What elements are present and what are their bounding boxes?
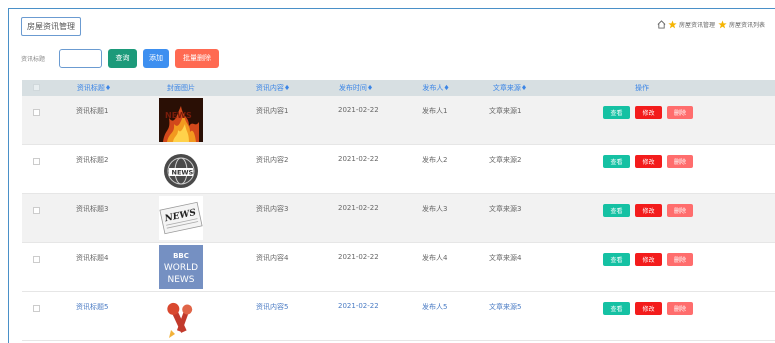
header-title[interactable]: 资讯标题♦ [64,80,124,96]
microphones-image [159,294,203,338]
star-icon [668,20,677,29]
row-publisher: 发布人4 [422,254,448,262]
row-publisher: 发布人2 [422,156,448,164]
delete-button[interactable]: 删除 [667,204,693,217]
row-content: 资讯内容4 [256,254,289,262]
row-title: 资讯标题5 [76,303,109,311]
search-bar: 资讯标题 查询 添加 批量删除 [21,48,225,68]
view-button[interactable]: 查看 [603,204,630,217]
edit-button[interactable]: 修改 [635,155,662,168]
table-row: 资讯标题5 资讯内容5 2021-02-22 发布人5 文章来源5 查看 修改 … [22,292,775,341]
bbc-world-news-image: BBC WORLD NEWS [159,245,203,289]
globe-news-image: NEWS [159,147,203,191]
edit-button[interactable]: 修改 [635,204,662,217]
select-all-checkbox[interactable] [33,84,40,91]
table-row: 资讯标题1 NEWS 资讯内容1 2021-02-22 发布人1 文章来源1 查… [22,96,775,145]
row-checkbox[interactable] [33,305,40,312]
table-row: 资讯标题3 NEWS 资讯内容3 2021-02-22 发布人3 文章来源3 查… [22,194,775,243]
row-source: 文章来源5 [489,303,522,311]
query-button[interactable]: 查询 [108,48,137,68]
row-content: 资讯内容3 [256,205,289,213]
row-content: 资讯内容5 [256,303,289,311]
search-label: 资讯标题 [21,55,46,63]
header-date[interactable]: 发布时间♦ [328,80,384,96]
delete-button[interactable]: 删除 [667,106,693,119]
row-content: 资讯内容1 [256,107,289,115]
fire-news-image: NEWS [159,98,203,142]
breadcrumb-item-manage[interactable]: 房屋资讯管理 [679,20,715,29]
edit-button[interactable]: 修改 [635,106,662,119]
row-date: 2021-02-22 [338,204,379,212]
frame-top-border [8,8,775,9]
row-date: 2021-02-22 [338,253,379,261]
delete-button[interactable]: 删除 [667,253,693,266]
row-publisher: 发布人1 [422,107,448,115]
row-source: 文章来源4 [489,254,522,262]
row-checkbox[interactable] [33,207,40,214]
row-title: 资讯标题2 [76,156,109,164]
home-icon[interactable] [657,20,666,29]
row-title: 资讯标题1 [76,107,109,115]
header-content[interactable]: 资讯内容♦ [248,80,298,96]
row-publisher: 发布人5 [422,303,448,311]
svg-text:NEWS: NEWS [165,111,192,120]
row-date: 2021-02-22 [338,106,379,114]
row-source: 文章来源3 [489,205,522,213]
table-row: 资讯标题2 NEWS 资讯内容2 2021-02-22 发布人2 文章来源2 查… [22,145,775,194]
header-cover: 封面图片 [167,84,195,92]
edit-button[interactable]: 修改 [635,302,662,315]
svg-text:WORLD: WORLD [164,263,198,273]
view-button[interactable]: 查看 [603,155,630,168]
table-header: 资讯标题♦ 封面图片 资讯内容♦ 发布时间♦ 发布人♦ 文章来源♦ 操作 [22,80,775,96]
row-date: 2021-02-22 [338,302,379,310]
row-source: 文章来源1 [489,107,522,115]
frame-left-border [8,8,9,343]
row-date: 2021-02-22 [338,155,379,163]
newspaper-image: NEWS [159,196,203,240]
row-source: 文章来源2 [489,156,522,164]
row-title: 资讯标题3 [76,205,109,213]
delete-button[interactable]: 删除 [667,155,693,168]
svg-text:NEWS: NEWS [172,169,194,177]
edit-button[interactable]: 修改 [635,253,662,266]
breadcrumb: 房屋资讯管理 房屋资讯列表 [657,19,766,30]
breadcrumb-item-list: 房屋资讯列表 [728,22,765,29]
row-publisher: 发布人3 [422,205,448,213]
row-checkbox[interactable] [33,109,40,116]
header-source[interactable]: 文章来源♦ [480,80,540,96]
row-content: 资讯内容2 [256,156,289,164]
table-row: 资讯标题4 BBC WORLD NEWS 资讯内容4 2021-02-22 发布… [22,243,775,292]
batch-delete-button[interactable]: 批量删除 [175,48,219,68]
star-icon [718,20,727,29]
svg-text:BBC: BBC [173,252,189,260]
add-button[interactable]: 添加 [143,48,169,68]
delete-button[interactable]: 删除 [667,302,693,315]
page-title: 房屋资讯管理 [21,17,81,36]
view-button[interactable]: 查看 [603,253,630,266]
row-title: 资讯标题4 [76,254,109,262]
view-button[interactable]: 查看 [603,106,630,119]
news-table: 资讯标题♦ 封面图片 资讯内容♦ 发布时间♦ 发布人♦ 文章来源♦ 操作 资讯标… [22,80,775,341]
search-input[interactable] [59,48,102,68]
row-checkbox[interactable] [33,158,40,165]
header-actions: 操作 [635,84,649,92]
view-button[interactable]: 查看 [603,302,630,315]
header-publisher[interactable]: 发布人♦ [412,80,460,96]
row-checkbox[interactable] [33,256,40,263]
svg-text:NEWS: NEWS [167,275,194,285]
